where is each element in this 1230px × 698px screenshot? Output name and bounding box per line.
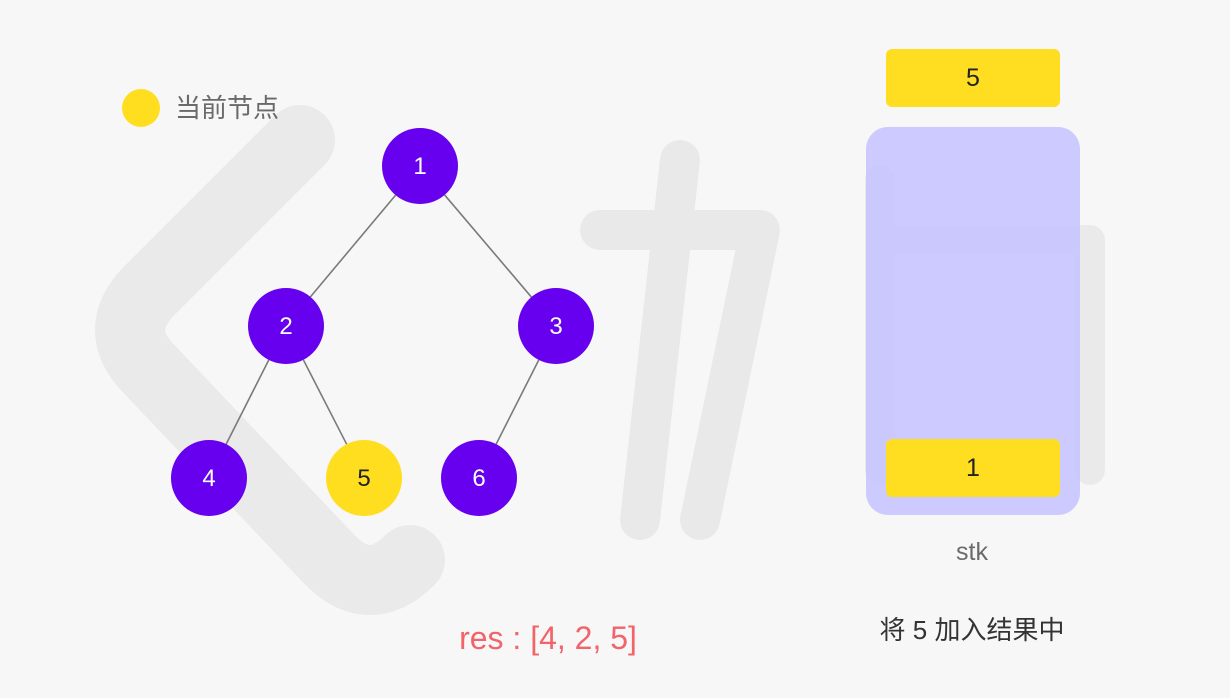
tree-edge-n2-n5 — [302, 359, 348, 445]
tree-edge-n1-n2 — [309, 194, 397, 298]
tree-node-3: 3 — [518, 288, 594, 364]
tree-node-label: 2 — [279, 313, 292, 340]
result-list: res : [4, 2, 5] — [459, 620, 637, 656]
legend-label: 当前节点 — [175, 93, 280, 123]
tree-node-1: 1 — [382, 128, 458, 204]
tree-node-label: 1 — [413, 153, 426, 180]
step-description: 将 5 加入结果中 — [879, 615, 1065, 645]
tree-node-4: 4 — [171, 440, 247, 516]
tree-edge-n1-n3 — [444, 194, 532, 298]
tree-node-label: 4 — [202, 465, 215, 492]
tree-edge-n3-n6 — [495, 359, 540, 445]
tree-node-label: 3 — [549, 313, 562, 340]
tree-node-6: 6 — [441, 440, 517, 516]
tree-node-5: 5 — [326, 440, 402, 516]
legend-current-node-dot — [122, 89, 160, 127]
tree-node-label: 6 — [472, 465, 485, 492]
stack-label: stk — [956, 538, 988, 566]
stack-item-bottom: 1 — [886, 439, 1060, 497]
tree-node-2: 2 — [248, 288, 324, 364]
tree-node-label: 5 — [357, 465, 370, 492]
stack-popped-item: 5 — [886, 49, 1060, 107]
